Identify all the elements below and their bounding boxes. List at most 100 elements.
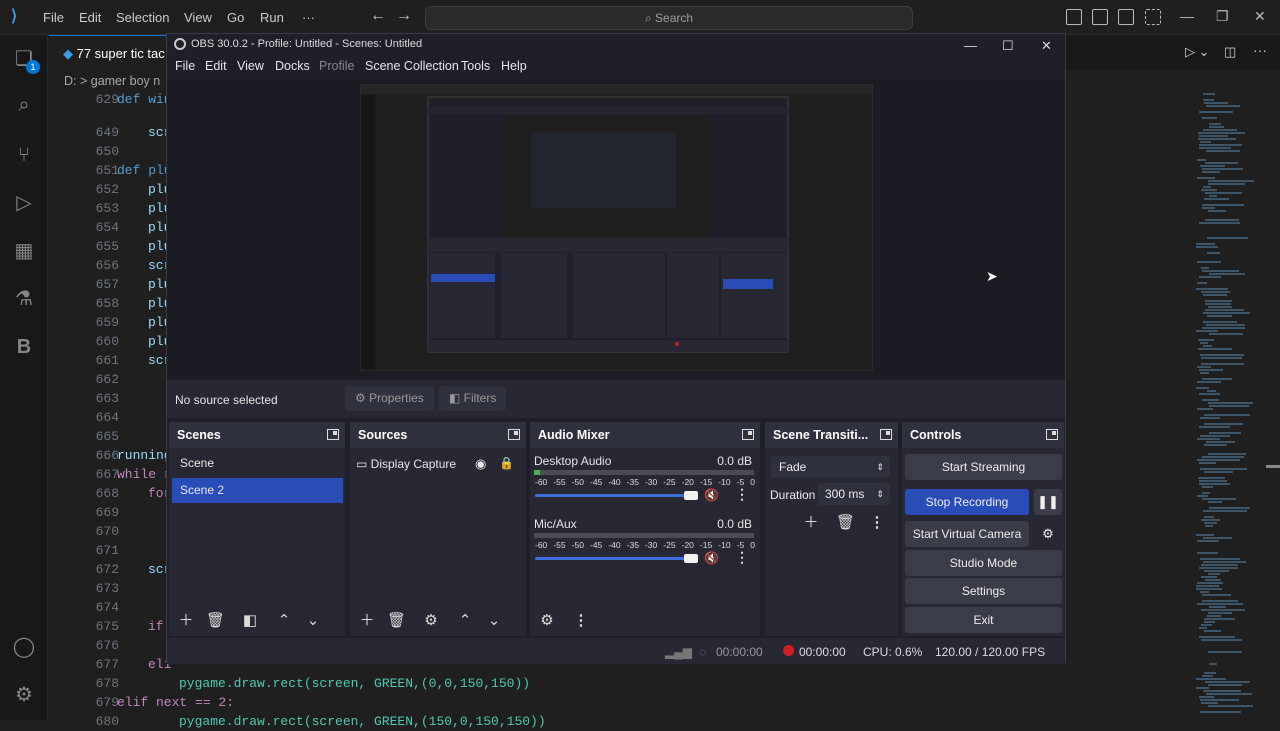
scene-list-item-selected[interactable]: Scene 2 xyxy=(172,478,343,503)
visibility-eye-icon[interactable]: ◉ xyxy=(475,456,486,472)
run-debug-icon[interactable]: ▷ xyxy=(12,191,36,215)
close-icon[interactable]: ✕ xyxy=(1254,8,1266,25)
move-scene-up-icon[interactable]: ⌃ xyxy=(275,612,293,630)
minimize-icon[interactable]: — xyxy=(1180,8,1194,24)
code-line[interactable]: 680 pygame.draw.rect(screen, GREEN,(150,0… xyxy=(49,712,1149,731)
obs-menu-view[interactable]: View xyxy=(237,59,264,73)
desktop-audio-muted-icon[interactable]: 🔇 xyxy=(704,488,719,502)
b-extension-icon[interactable]: B xyxy=(12,335,36,359)
vs-menu-run[interactable]: Run xyxy=(260,10,284,25)
mixer-undock-icon[interactable] xyxy=(742,429,754,440)
scene-list-item[interactable]: Scene xyxy=(172,451,343,476)
add-transition-icon[interactable]: ＋ xyxy=(802,514,820,532)
obs-menu-help[interactable]: Help xyxy=(501,59,527,73)
minimap-line xyxy=(1199,135,1228,137)
vs-menu-selection[interactable]: Selection xyxy=(116,10,169,25)
command-search[interactable]: ⌕ Search xyxy=(425,6,913,30)
obs-menu-docks[interactable]: Docks xyxy=(275,59,310,73)
start-virtual-camera-button[interactable]: Start Virtual Camera xyxy=(905,521,1029,547)
stop-recording-button[interactable]: Stop Recording xyxy=(905,489,1029,515)
testing-icon[interactable]: ⚗ xyxy=(12,287,36,311)
remove-scene-icon[interactable]: 🗑 xyxy=(206,612,225,630)
mixer-menu-icon[interactable]: ⋮ xyxy=(572,612,590,630)
toggle-panel-icon[interactable] xyxy=(1092,9,1108,25)
transition-menu-icon[interactable]: ⋮ xyxy=(868,514,886,532)
filters-button[interactable]: ◧ Filters xyxy=(439,386,507,411)
virtual-camera-settings-icon[interactable]: ⚙ xyxy=(1034,521,1062,547)
exit-button[interactable]: Exit xyxy=(905,607,1062,633)
run-file-icon[interactable]: ▷ ⌄ xyxy=(1185,44,1210,60)
back-arrow-icon[interactable]: ← xyxy=(370,7,386,25)
mic-aux-db: 0.0 dB xyxy=(717,517,752,531)
toggle-primary-sidebar-icon[interactable] xyxy=(1066,9,1082,25)
breadcrumb[interactable]: D: > gamer boy n xyxy=(64,74,160,88)
remove-transition-icon[interactable]: 🗑 xyxy=(836,514,855,532)
split-editor-icon[interactable]: ◫ xyxy=(1224,44,1236,60)
minimap[interactable] xyxy=(1190,93,1270,720)
code-line[interactable]: 678 pygame.draw.rect(screen, GREEN,(0,0,1… xyxy=(49,674,1149,693)
obs-menu-file[interactable]: File xyxy=(175,59,195,73)
add-source-icon[interactable]: ＋ xyxy=(358,612,376,630)
source-item-display-capture[interactable]: ▭ Display Capture xyxy=(356,457,456,471)
manage-gear-icon[interactable]: ⚙ xyxy=(12,683,36,707)
obs-menu-tools[interactable]: Tools xyxy=(461,59,490,73)
obs-menu-edit[interactable]: Edit xyxy=(205,59,227,73)
mixer-advanced-settings-icon[interactable]: ⚙ xyxy=(538,612,556,630)
vscode-logo-icon: ⟩ xyxy=(11,8,18,25)
obs-maximize-icon[interactable]: ☐ xyxy=(1002,35,1014,56)
code-line[interactable]: 679 elif next == 2: xyxy=(49,693,1149,712)
minimap-line xyxy=(1197,540,1219,542)
vs-menu-more[interactable]: ··· xyxy=(302,10,315,25)
duration-spinbox[interactable]: 300 ms ⇕ xyxy=(818,483,890,505)
mic-aux-muted-icon[interactable]: 🔇 xyxy=(704,551,719,565)
mic-aux-menu-icon[interactable]: ⋮ xyxy=(735,549,749,566)
extensions-icon[interactable]: ▦ xyxy=(12,239,36,263)
lock-icon[interactable]: 🔒 xyxy=(499,456,514,470)
controls-undock-icon[interactable] xyxy=(1046,429,1058,440)
minimap-line xyxy=(1200,711,1241,713)
desktop-audio-volume-slider[interactable] xyxy=(535,494,695,497)
mic-aux-volume-slider[interactable] xyxy=(535,557,695,560)
properties-button[interactable]: ⚙ Properties xyxy=(345,386,434,411)
pause-recording-icon[interactable]: ❚❚ xyxy=(1034,489,1062,515)
source-properties-icon[interactable]: ⚙ xyxy=(422,612,440,630)
obs-minimize-icon[interactable]: — xyxy=(964,35,977,56)
vs-menu-edit[interactable]: Edit xyxy=(79,10,101,25)
move-scene-down-icon[interactable]: ⌄ xyxy=(304,612,322,630)
start-streaming-button[interactable]: Start Streaming xyxy=(905,454,1062,480)
add-scene-icon[interactable]: ＋ xyxy=(177,612,195,630)
obs-preview[interactable]: ➤ xyxy=(167,80,1065,380)
vs-menu-file[interactable]: File xyxy=(43,10,64,25)
desktop-audio-menu-icon[interactable]: ⋮ xyxy=(735,486,749,503)
more-actions-icon[interactable]: ··· xyxy=(1253,42,1267,58)
vs-menu-view[interactable]: View xyxy=(184,10,212,25)
minimap-line xyxy=(1200,699,1239,701)
scene-filters-icon[interactable]: ◧ xyxy=(241,612,259,630)
settings-button[interactable]: Settings xyxy=(905,578,1062,604)
customize-layout-icon[interactable] xyxy=(1145,9,1161,25)
move-source-down-icon[interactable]: ⌄ xyxy=(485,612,503,630)
source-control-icon[interactable]: ⑂ xyxy=(12,143,36,167)
obs-menu-scene-collection[interactable]: Scene Collection xyxy=(365,59,459,73)
editor-scrollbar-marker[interactable] xyxy=(1266,465,1280,468)
desktop-audio-volume-knob[interactable] xyxy=(684,491,698,500)
transitions-undock-icon[interactable] xyxy=(880,429,892,440)
studio-mode-button[interactable]: Studio Mode xyxy=(905,550,1062,576)
transition-type-select[interactable]: Fade ⇕ xyxy=(771,456,890,478)
move-source-up-icon[interactable]: ⌃ xyxy=(456,612,474,630)
minimap-line xyxy=(1203,537,1232,539)
sources-undock-icon[interactable] xyxy=(508,429,520,440)
scenes-undock-icon[interactable] xyxy=(327,429,339,440)
duration-spin-icon[interactable]: ⇕ xyxy=(876,483,884,505)
vs-menu-go[interactable]: Go xyxy=(227,10,244,25)
obs-menu-profile[interactable]: Profile xyxy=(319,59,354,73)
forward-arrow-icon[interactable]: → xyxy=(396,7,412,25)
restore-icon[interactable]: ❐ xyxy=(1216,8,1229,25)
account-icon[interactable]: ◯ xyxy=(12,635,36,659)
search-sidebar-icon[interactable]: ⌕ xyxy=(12,93,36,117)
toggle-secondary-sidebar-icon[interactable] xyxy=(1118,9,1134,25)
obs-close-icon[interactable]: ✕ xyxy=(1041,35,1052,56)
remove-source-icon[interactable]: 🗑 xyxy=(387,612,406,630)
mic-aux-volume-knob[interactable] xyxy=(684,554,698,563)
minimap-line xyxy=(1202,117,1217,119)
